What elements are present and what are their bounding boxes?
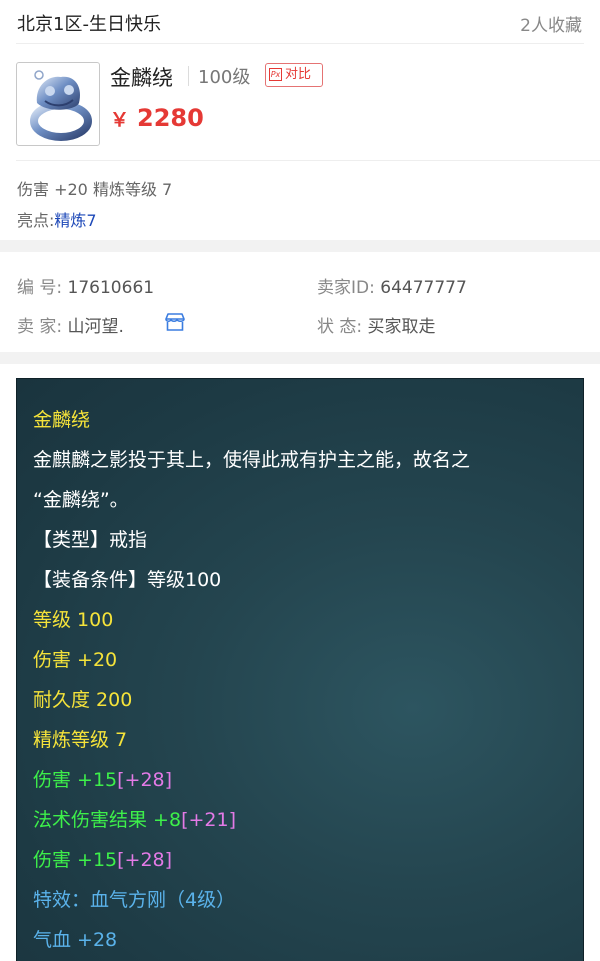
seller: 卖 家: 山河望.	[17, 312, 124, 337]
item-description-panel: 金麟绕 金麒麟之影投于其上，使得此戒有护主之能，故名之 “金麟绕”。 【类型】戒…	[16, 378, 584, 961]
favorites-count[interactable]: 2人收藏	[520, 11, 582, 36]
desc-damage: 伤害 +20	[33, 649, 118, 671]
status-value: 买家取走	[367, 317, 436, 337]
desc-hp: 气血 +28	[33, 929, 118, 951]
status-label: 状 态:	[317, 317, 363, 337]
desc-level: 等级 100	[33, 609, 114, 631]
desc-text-line1: 金麒麟之影投于其上，使得此戒有护主之能，故名之	[33, 449, 471, 471]
compare-label: 对比	[285, 67, 312, 82]
divider	[16, 43, 584, 44]
item-highlight: 亮点:精炼7	[17, 207, 97, 231]
item-attributes: 伤害 +20 精炼等级 7	[17, 180, 173, 199]
bonus-3-main: 伤害 +15	[33, 849, 118, 871]
server-name: 北京1区-生日快乐	[17, 14, 161, 35]
desc-title: 金麟绕	[33, 409, 91, 431]
item-level: 100级	[198, 67, 251, 88]
section-gap	[0, 352, 600, 364]
seller-id-label: 卖家ID:	[317, 278, 375, 298]
divider	[16, 160, 600, 161]
desc-text-line2: “金麟绕”。	[33, 489, 129, 511]
bonus-1-extra: [+28]	[117, 769, 173, 791]
desc-type: 【类型】戒指	[33, 529, 148, 551]
price-value: 2280	[137, 104, 204, 132]
ring-image	[30, 70, 92, 141]
desc-durability: 耐久度 200	[33, 689, 133, 711]
compare-button[interactable]: Px 对比	[265, 63, 323, 87]
seller-id-value: 64477777	[380, 278, 467, 298]
item-id-value: 17610661	[67, 278, 155, 298]
price-symbol: ￥	[110, 109, 130, 131]
item-id-label: 编 号:	[17, 278, 63, 298]
store-icon[interactable]	[164, 312, 186, 332]
seller-label: 卖 家:	[17, 317, 63, 337]
bonus-3-extra: [+28]	[117, 849, 173, 871]
desc-bonus-1: 伤害 +15[+28]	[33, 765, 172, 792]
highlight-value: 精炼7	[54, 211, 97, 230]
desc-refine: 精炼等级 7	[33, 729, 128, 751]
trade-status: 状 态: 买家取走	[317, 312, 436, 337]
compare-icon: Px	[269, 68, 282, 81]
item-id: 编 号: 17610661	[17, 273, 154, 298]
desc-bonus-2: 法术伤害结果 +8[+21]	[33, 805, 236, 832]
bonus-2-extra: [+21]	[181, 809, 236, 831]
desc-bonus-3: 伤害 +15[+28]	[33, 845, 172, 872]
section-gap	[0, 240, 600, 252]
desc-requirement: 【装备条件】等级100	[33, 569, 222, 591]
top-bar: 北京1区-生日快乐 2人收藏	[0, 0, 600, 44]
price: ￥ 2280	[110, 104, 204, 132]
seller-name[interactable]: 山河望.	[68, 317, 124, 337]
title-separator	[188, 66, 189, 86]
highlight-label: 亮点:	[17, 211, 55, 230]
bonus-1-main: 伤害 +15	[33, 769, 118, 791]
item-name: 金麟绕	[110, 66, 173, 90]
desc-special-effect: 特效：血气方刚（4级）	[33, 889, 236, 911]
seller-id: 卖家ID: 64477777	[317, 273, 467, 298]
bonus-2-main: 法术伤害结果 +8	[33, 809, 182, 831]
item-image[interactable]	[16, 62, 100, 146]
